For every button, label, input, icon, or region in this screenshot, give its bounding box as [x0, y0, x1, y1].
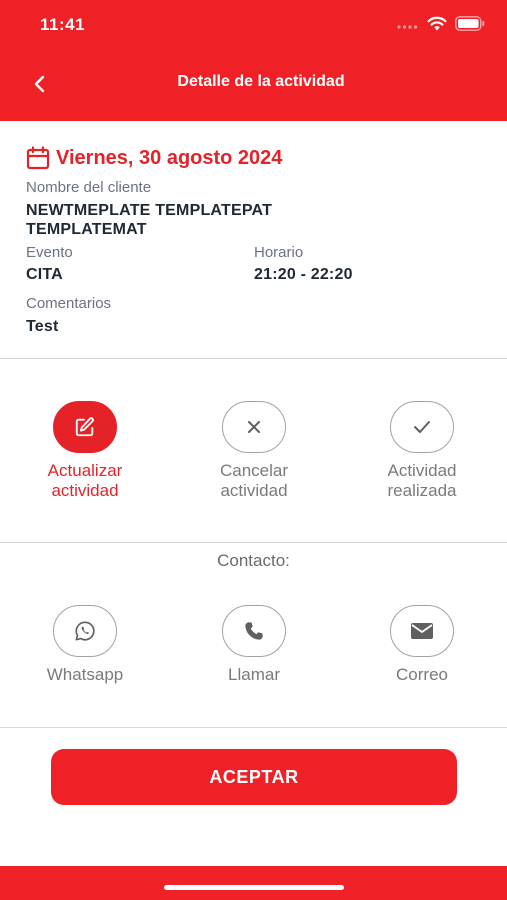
- call-circle[interactable]: [222, 605, 286, 657]
- comments-value: Test: [26, 318, 59, 335]
- activity-done-label: Actividad realizada: [352, 461, 492, 501]
- schedule-label: Horario: [254, 244, 304, 261]
- cancel-activity-label-line2: actividad: [220, 481, 288, 500]
- update-activity-circle[interactable]: [53, 401, 117, 453]
- bottom-bar: [0, 866, 507, 900]
- check-icon: [414, 421, 430, 433]
- mail-icon: [411, 623, 433, 639]
- event-value: CITA: [26, 266, 63, 283]
- divider: [0, 727, 507, 728]
- email-label: Correo: [396, 665, 448, 684]
- status-time: 11:41: [40, 15, 86, 34]
- home-indicator[interactable]: [164, 885, 344, 890]
- update-activity-button[interactable]: Actualizar actividad: [15, 401, 155, 501]
- whatsapp-icon: [75, 621, 95, 641]
- schedule-value: 21:20 - 22:20: [254, 266, 353, 283]
- email-circle[interactable]: [390, 605, 454, 657]
- status-bar: 11:41: [0, 0, 507, 50]
- activity-done-button[interactable]: Actividad realizada: [352, 401, 492, 501]
- update-activity-label-line2: actividad: [51, 481, 119, 500]
- activity-done-label-line2: realizada: [387, 481, 457, 500]
- date-row: Viernes, 30 agosto 2024: [26, 143, 486, 173]
- calendar-icon: [26, 146, 50, 170]
- cancel-activity-label: Cancelar actividad: [184, 461, 324, 501]
- email-button[interactable]: Correo: [352, 605, 492, 685]
- whatsapp-button[interactable]: Whatsapp: [15, 605, 155, 685]
- whatsapp-circle[interactable]: [53, 605, 117, 657]
- cancel-activity-label-line1: Cancelar: [219, 461, 289, 480]
- page-title: Detalle de la actividad: [177, 73, 345, 90]
- close-icon: [248, 421, 260, 433]
- event-label: Evento: [26, 244, 73, 261]
- status-icons: [397, 16, 485, 31]
- activity-date: Viernes, 30 agosto 2024: [56, 146, 283, 169]
- signal-icon: [397, 24, 418, 29]
- call-label: Llamar: [228, 665, 280, 684]
- edit-icon: [75, 417, 94, 437]
- update-activity-label-line1: Actualizar: [47, 461, 123, 480]
- cancel-activity-button[interactable]: Cancelar actividad: [184, 401, 324, 501]
- battery-icon: [455, 16, 485, 31]
- activity-done-circle[interactable]: [390, 401, 454, 453]
- client-name: NEWTMEPLATE TEMPLATEPAT TEMPLATEMAT: [26, 202, 273, 238]
- activity-done-label-line1: Actividad: [387, 461, 457, 480]
- client-label: Nombre del cliente: [26, 179, 152, 196]
- divider: [0, 542, 507, 543]
- app-header: 11:41 Detalle de la actividad: [0, 0, 507, 121]
- cancel-activity-circle[interactable]: [222, 401, 286, 453]
- call-button[interactable]: Llamar: [184, 605, 324, 685]
- divider: [0, 358, 507, 359]
- update-activity-label: Actualizar actividad: [15, 461, 155, 501]
- contact-title: Contacto:: [217, 551, 290, 570]
- phone-icon: [245, 622, 263, 640]
- comments-label: Comentarios: [26, 295, 112, 312]
- accept-button[interactable]: ACEPTAR: [51, 749, 457, 805]
- activity-detail: Viernes, 30 agosto 2024 Nombre del clien…: [26, 143, 486, 335]
- wifi-icon: [427, 16, 447, 31]
- whatsapp-label: Whatsapp: [46, 665, 124, 684]
